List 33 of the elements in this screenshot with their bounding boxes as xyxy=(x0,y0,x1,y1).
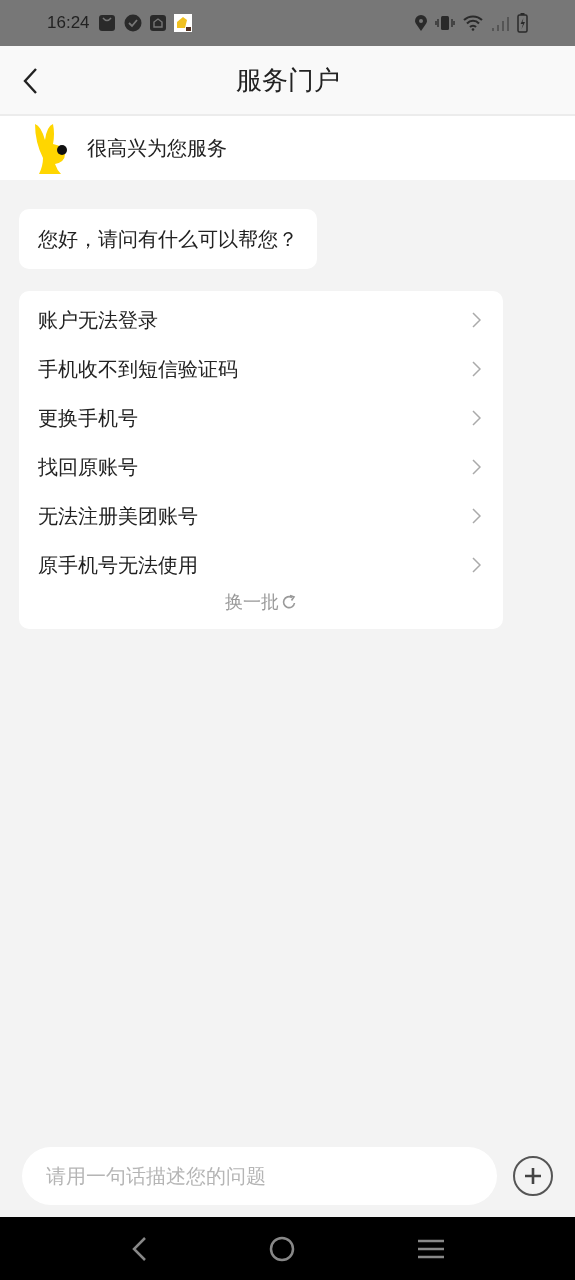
question-item[interactable]: 手机收不到短信验证码 xyxy=(19,344,503,393)
question-item[interactable]: 原手机号无法使用 xyxy=(19,540,503,589)
app-icon xyxy=(173,14,192,32)
question-input[interactable]: 请用一句话描述您的问题 xyxy=(22,1147,497,1205)
chevron-icon xyxy=(472,360,481,377)
menu-icon[interactable] xyxy=(417,1237,444,1260)
question-item[interactable]: 找回原账号 xyxy=(19,442,503,491)
location-icon xyxy=(415,15,427,31)
welcome-text: 很高兴为您服务 xyxy=(87,136,227,161)
chevron-icon xyxy=(472,556,481,573)
signal-icon xyxy=(491,15,509,31)
page-title: 服务门户 xyxy=(235,63,340,97)
chevron-icon xyxy=(472,311,481,328)
add-button[interactable] xyxy=(513,1156,553,1196)
wifi-icon xyxy=(463,15,483,31)
chevron-icon xyxy=(472,409,481,426)
refresh-icon xyxy=(281,594,297,610)
battery-icon xyxy=(517,13,528,33)
question-item[interactable]: 更换手机号 xyxy=(19,393,503,442)
status-time: 16:24 xyxy=(47,12,90,35)
chevron-icon xyxy=(472,458,481,475)
vibrate-icon xyxy=(435,15,455,31)
question-item[interactable]: 账户无法登录 xyxy=(19,295,503,344)
home-icon xyxy=(149,15,166,31)
plus-icon xyxy=(523,1166,543,1186)
home-icon[interactable] xyxy=(269,1235,296,1262)
chevron-icon xyxy=(472,507,481,524)
bag-icon xyxy=(97,14,116,32)
question-item[interactable]: 无法注册美团账号 xyxy=(19,491,503,540)
back-icon xyxy=(22,67,38,95)
back-icon[interactable] xyxy=(131,1235,148,1262)
check-icon xyxy=(123,14,142,32)
greeting-bubble: 您好，请问有什么可以帮您？ xyxy=(19,209,317,269)
